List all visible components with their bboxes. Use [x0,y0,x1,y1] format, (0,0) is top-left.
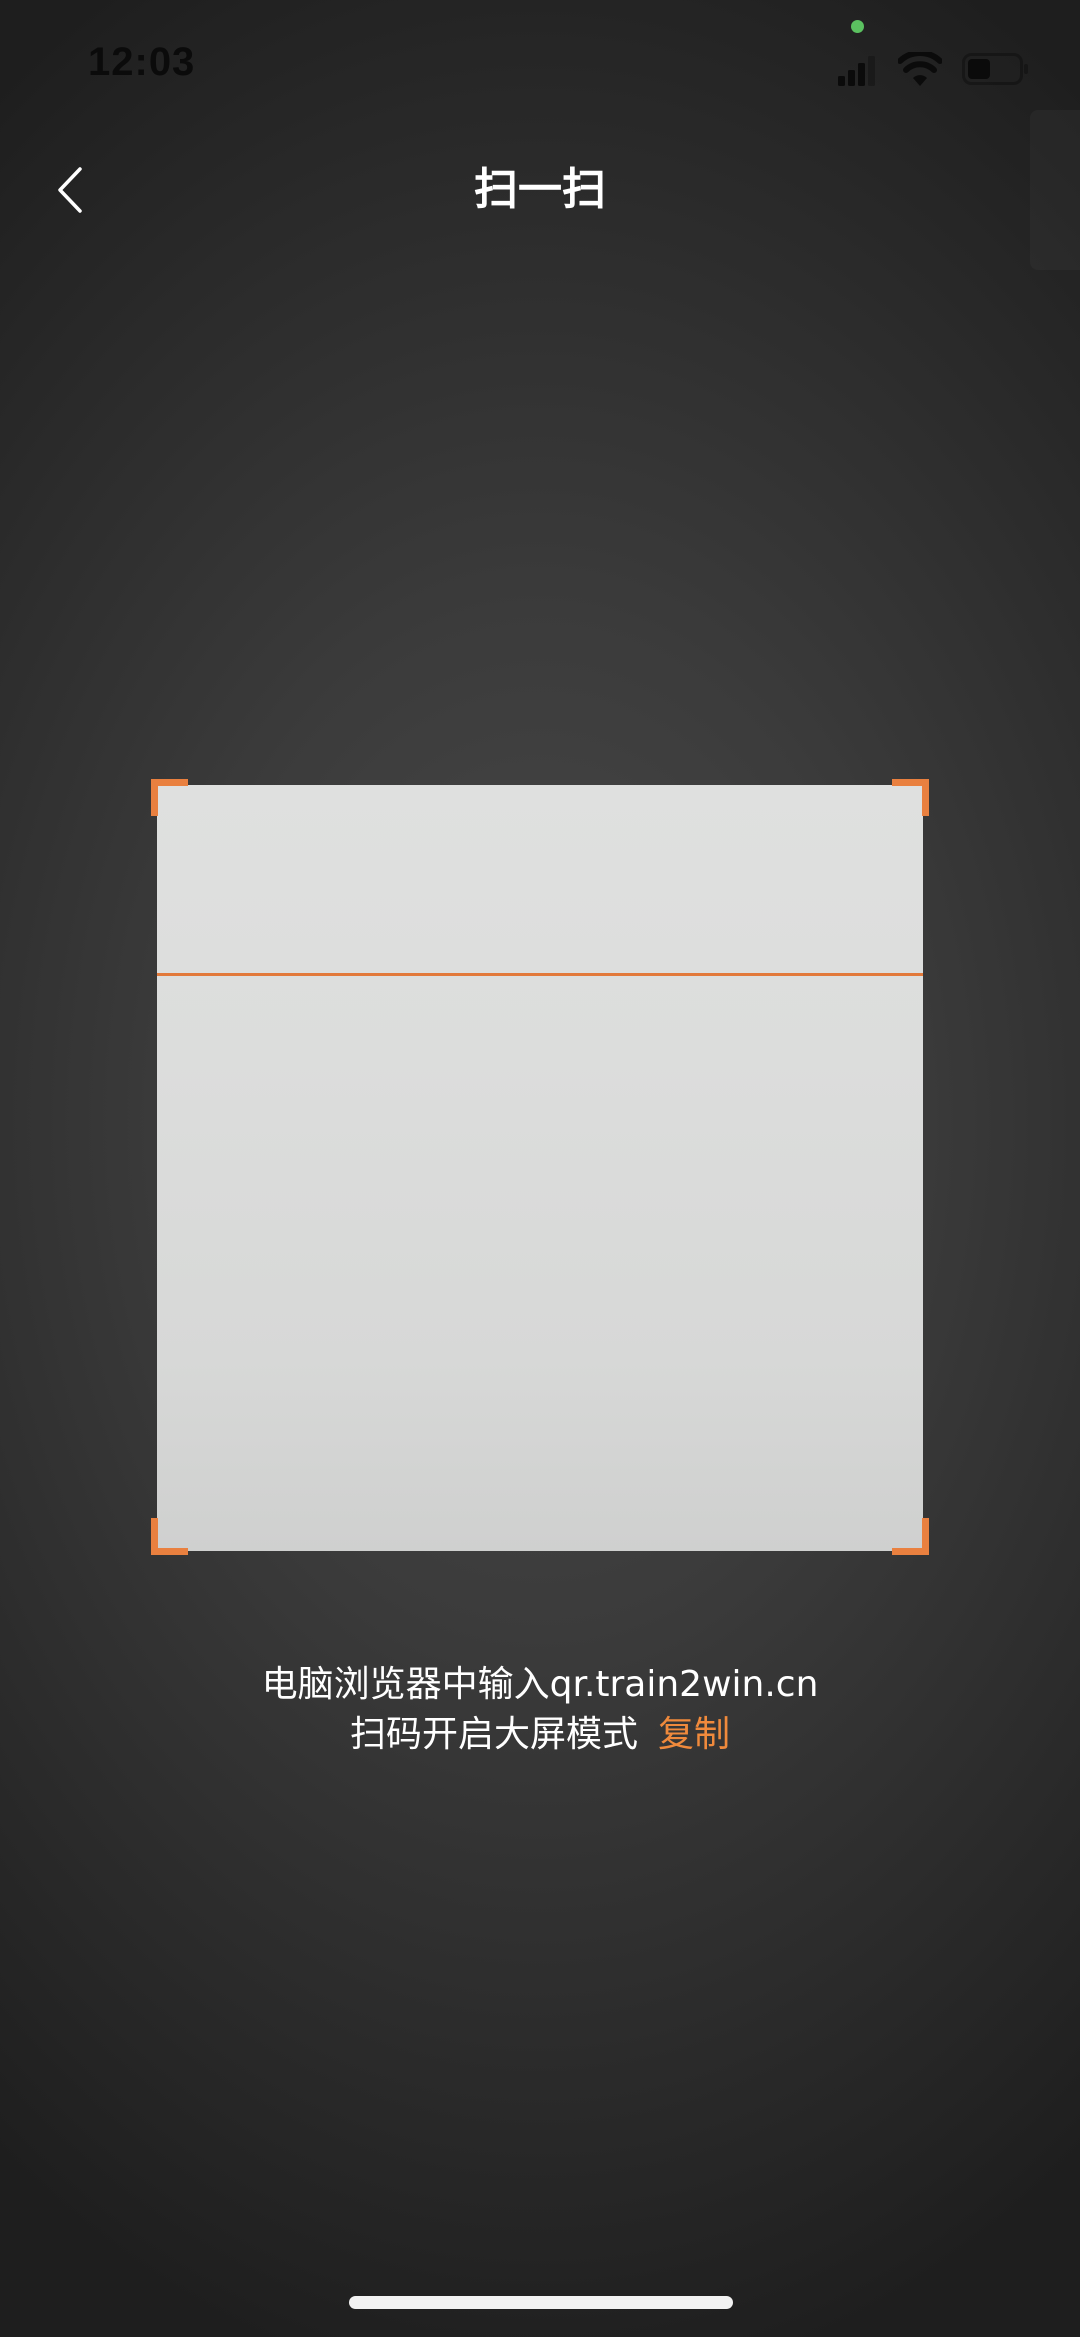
corner-bracket-bottom-left [151,1518,188,1555]
hint-line-2-text: 扫码开启大屏模式 [349,1714,638,1755]
status-bar: 12:03 [0,0,1080,130]
scan-line [157,973,923,976]
corner-bracket-bottom-right [892,1518,929,1555]
battery-icon [962,53,1028,85]
cellular-signal-icon [838,56,875,86]
camera-viewfinder [157,785,923,1551]
page-title: 扫一扫 [474,164,606,215]
status-time: 12:03 [88,40,196,84]
corner-bracket-top-left [151,779,188,816]
edge-handle [1030,110,1080,270]
copy-button[interactable]: 复制 [658,1714,730,1755]
corner-bracket-top-right [892,779,929,816]
privacy-indicator-dot [851,20,864,33]
home-indicator[interactable] [349,2296,733,2309]
hint-line-2: 扫码开启大屏模式 复制 [0,1710,1080,1760]
scan-hint: 电脑浏览器中输入qr.train2win.cn 扫码开启大屏模式 复制 [0,1660,1080,1760]
hint-line-1: 电脑浏览器中输入qr.train2win.cn [261,1664,819,1705]
wifi-icon [898,52,942,86]
